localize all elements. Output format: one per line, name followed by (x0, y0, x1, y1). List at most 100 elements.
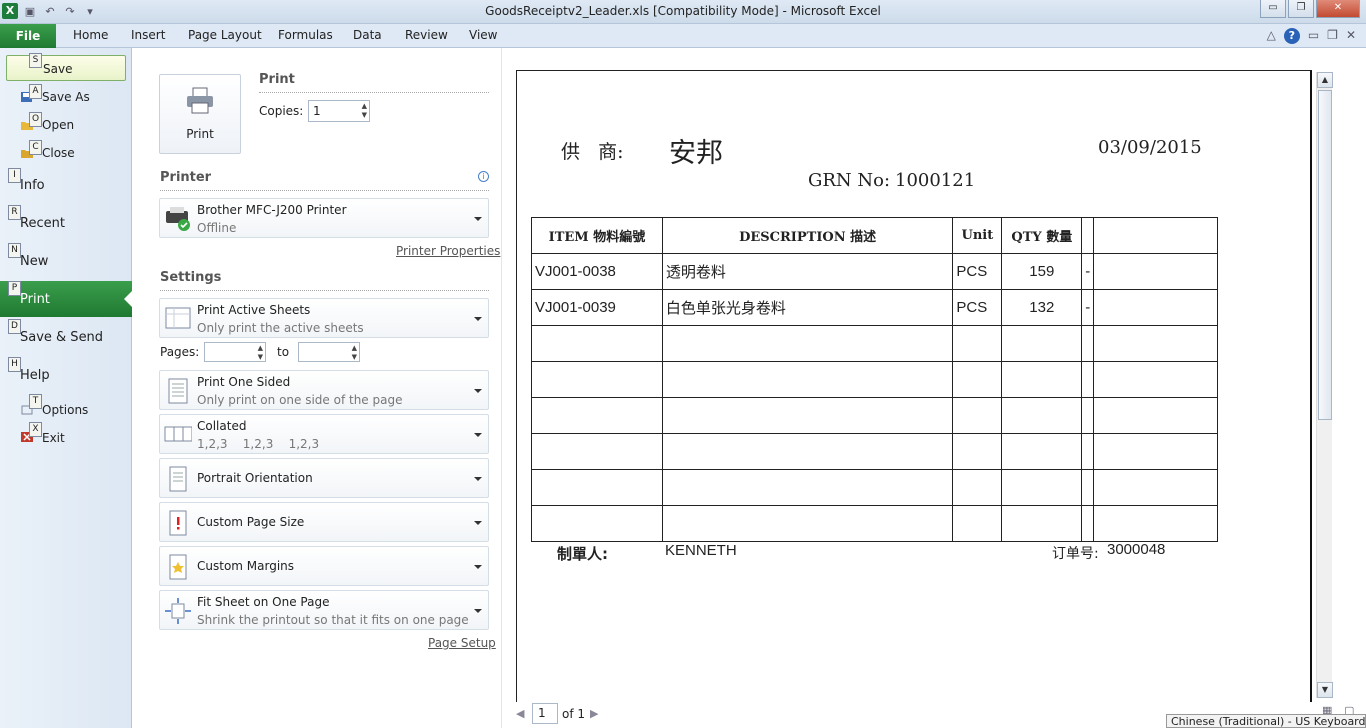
copies-label: Copies: (259, 104, 304, 118)
tab-view[interactable]: View (469, 28, 497, 42)
orientation-title: Portrait Orientation (197, 471, 313, 485)
stepper-arrows-icon[interactable]: ▲ ▼ (258, 344, 263, 362)
tab-page-layout[interactable]: Page Layout (188, 28, 262, 42)
item-code-cell: VJ001-0038 (531, 253, 663, 290)
page-setup-link[interactable]: Page Setup (428, 636, 496, 650)
description-cell: 透明卷料 (661, 253, 954, 290)
divider (160, 190, 489, 191)
item-code-cell: VJ001-0039 (531, 289, 663, 326)
divider (259, 92, 489, 93)
tab-review[interactable]: Review (405, 28, 448, 42)
backstage-save-send-label: Save & Send (20, 330, 104, 345)
maker-label: 制單人: (557, 545, 608, 563)
scaling-dropdown[interactable]: Fit Sheet on One Page Shrink the printou… (159, 590, 489, 630)
tab-file[interactable]: File (0, 24, 56, 48)
previous-page-icon[interactable]: ◀ (516, 707, 524, 720)
close-button[interactable]: ✕ (1316, 0, 1360, 18)
description-cell (661, 325, 954, 362)
page-size-title: Custom Page Size (197, 515, 305, 529)
blank-cell (1093, 361, 1218, 398)
tab-data[interactable]: Data (353, 28, 382, 42)
dash-cell (1081, 361, 1095, 398)
backstage-nav: S Save A Save As O Open C Close I Info R… (0, 48, 132, 728)
workbook-restore-icon[interactable]: ❐ (1327, 28, 1338, 44)
preview-page: 供 商: 安邦 03/09/2015 GRN No: 1000121 ITEM … (516, 70, 1312, 710)
backstage-print[interactable]: P Print (0, 281, 132, 317)
print-what-dropdown[interactable]: Print Active Sheets Only print the activ… (159, 298, 489, 338)
column-header: ITEM 物料編號 (531, 217, 663, 254)
current-page-input[interactable]: 1 (532, 703, 558, 724)
preview-scrollbar[interactable]: ▲ ▼ (1316, 72, 1333, 698)
sided-dropdown[interactable]: Print One Sided Only print on one side o… (159, 370, 489, 410)
tab-formulas[interactable]: Formulas (278, 28, 333, 42)
order-label: 订单号: (1052, 546, 1099, 562)
grn-label: GRN No: (808, 170, 891, 191)
unit-cell: PCS (952, 289, 1003, 326)
chevron-down-icon (474, 389, 482, 393)
key-tip: C (29, 140, 42, 155)
copies-stepper[interactable]: 1 ▲ ▼ (308, 100, 370, 122)
backstage-recent[interactable]: R Recent (0, 205, 132, 235)
margins-title: Custom Margins (197, 559, 295, 573)
printer-dropdown[interactable]: Brother MFC-J200 Printer Offline (159, 198, 489, 238)
page-count-label: of 1 (562, 707, 586, 721)
unit-cell (952, 325, 1003, 362)
backstage-exit[interactable]: X Exit (0, 422, 132, 446)
backstage-save[interactable]: S Save (6, 53, 126, 81)
stepper-arrows-icon[interactable]: ▲ ▼ (362, 102, 367, 120)
margins-dropdown[interactable]: Custom Margins (159, 546, 489, 586)
tab-home[interactable]: Home (73, 28, 108, 42)
description-cell: 白色单张光身卷料 (661, 289, 954, 326)
scaling-sub: Shrink the printout so that it fits on o… (197, 613, 469, 627)
to-label: to (277, 345, 290, 359)
backstage-save-as[interactable]: A Save As (0, 84, 132, 108)
workbook-close-icon[interactable]: ✕ (1346, 28, 1356, 44)
table-row (531, 325, 1218, 362)
description-cell (661, 361, 954, 398)
dash-cell (1081, 397, 1095, 434)
minimize-button[interactable]: ▭ (1260, 0, 1286, 18)
tab-insert[interactable]: Insert (131, 28, 165, 42)
column-header: DESCRIPTION 描述 (661, 217, 954, 254)
workbook-minimize-icon[interactable]: ▭ (1308, 28, 1319, 44)
language-bar[interactable]: Chinese (Traditional) - US Keyboard (1166, 714, 1366, 728)
info-icon[interactable]: i (478, 171, 489, 182)
blank-cell (1093, 505, 1218, 542)
help-icon[interactable]: ? (1283, 28, 1300, 44)
backstage-options[interactable]: T Options (0, 394, 132, 418)
scroll-up-icon[interactable]: ▲ (1317, 72, 1333, 88)
qty-cell: 159 (1001, 253, 1083, 290)
stepper-arrows-icon[interactable]: ▲ ▼ (352, 344, 357, 362)
description-cell (661, 505, 954, 542)
item-code-cell (531, 397, 663, 434)
restore-button[interactable]: ❐ (1288, 0, 1314, 18)
page-size-dropdown[interactable]: Custom Page Size (159, 502, 489, 542)
dash-cell (1081, 469, 1095, 506)
next-page-icon[interactable]: ▶ (590, 707, 598, 720)
pages-from-input[interactable]: ▲ ▼ (204, 342, 266, 362)
copies-value: 1 (313, 104, 321, 118)
backstage-close[interactable]: C Close (0, 140, 132, 164)
order-value: 3000048 (1107, 541, 1166, 558)
qty-cell: 132 (1001, 289, 1083, 326)
pages-to-input[interactable]: ▲ ▼ (298, 342, 360, 362)
backstage-save-send[interactable]: D Save & Send (0, 319, 132, 349)
title-bar: X ▣ ↶ ↷ ▾ GoodsReceiptv2_Leader.xls [Com… (0, 0, 1366, 24)
collated-icon (164, 426, 192, 442)
grn-value: 1000121 (895, 170, 976, 191)
printer-properties-link[interactable]: Printer Properties (396, 244, 500, 258)
minimize-ribbon-icon[interactable]: △ (1267, 28, 1276, 44)
backstage-info[interactable]: I Info (0, 168, 132, 198)
goods-receipt-table: ITEM 物料編號 DESCRIPTION 描述 Unit QTY 數量 VJ0… (531, 217, 1218, 542)
scroll-down-icon[interactable]: ▼ (1317, 682, 1333, 698)
dash-cell: - (1081, 289, 1095, 326)
print-button[interactable]: Print (159, 74, 241, 154)
scroll-thumb[interactable] (1318, 90, 1332, 420)
pages-label: Pages: (160, 345, 200, 359)
sheets-icon (165, 307, 191, 329)
backstage-open[interactable]: O Open (0, 112, 132, 136)
collation-dropdown[interactable]: Collated 1,2,3 1,2,3 1,2,3 (159, 414, 489, 454)
orientation-dropdown[interactable]: Portrait Orientation (159, 458, 489, 498)
backstage-new[interactable]: N New (0, 243, 132, 273)
backstage-help[interactable]: H Help (0, 357, 132, 387)
